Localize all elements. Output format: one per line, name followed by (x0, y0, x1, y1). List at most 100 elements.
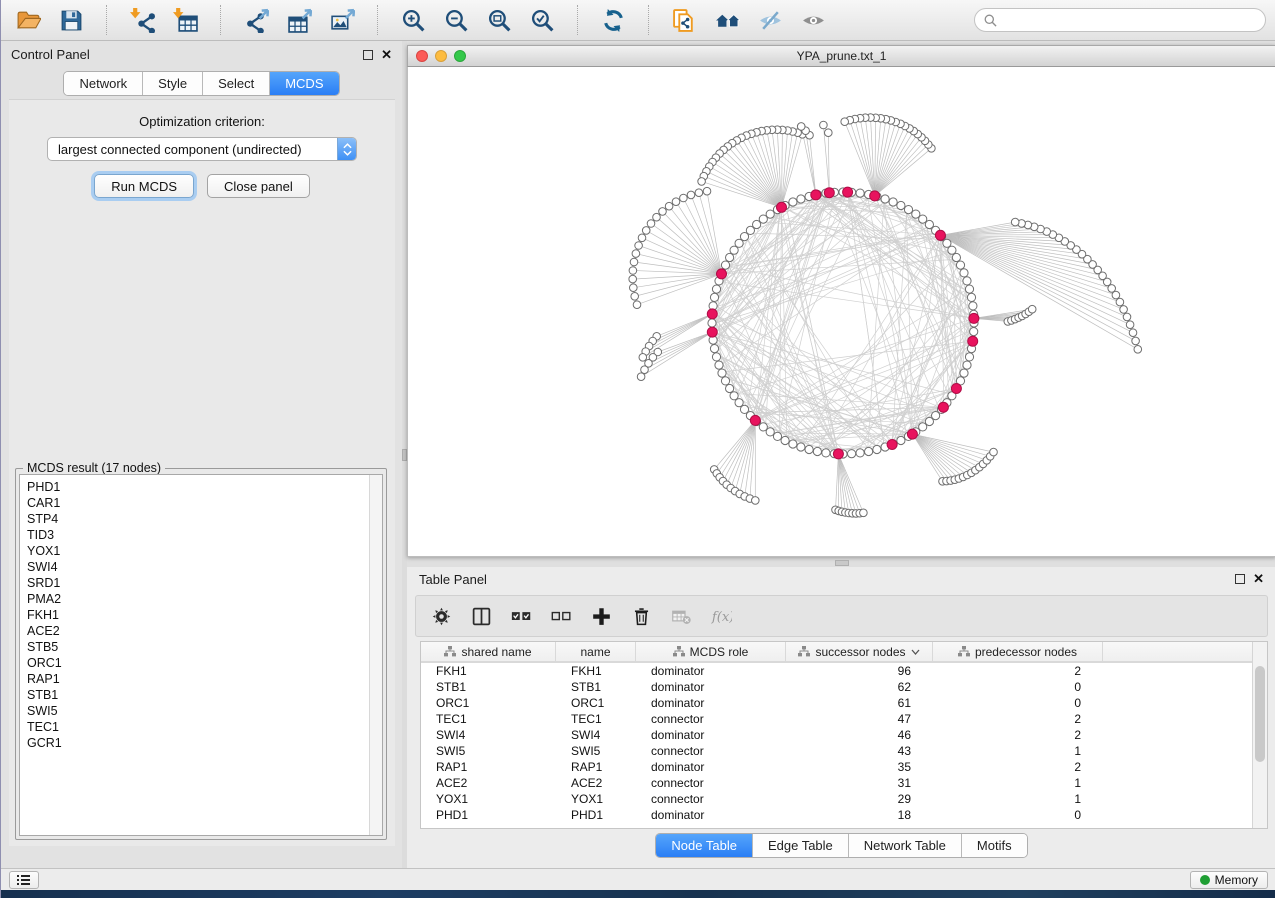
mcds-result-list[interactable]: PHD1CAR1STP4TID3YOX1SWI4SRD1PMA2FKH1ACE2… (20, 475, 369, 835)
table-row[interactable]: SWI4SWI4dominator462 (421, 727, 1252, 743)
column-header-MCDS-role[interactable]: MCDS role (636, 642, 786, 661)
table-float-icon[interactable] (1235, 574, 1245, 584)
trash-button[interactable] (626, 601, 656, 631)
table-scrollbar[interactable] (1252, 642, 1267, 828)
mcds-list-scrollbar[interactable] (369, 475, 382, 835)
import-table-button[interactable] (168, 3, 202, 37)
show-eye-button[interactable] (796, 3, 830, 37)
table-row[interactable]: STB1STB1dominator620 (421, 679, 1252, 695)
columns-button[interactable] (466, 601, 496, 631)
check-on-icon (511, 606, 532, 627)
import-network-button[interactable] (125, 3, 159, 37)
mcds-result-item[interactable]: ACE2 (27, 623, 369, 639)
zoom-out-button[interactable] (439, 3, 473, 37)
column-header-shared-name[interactable]: shared name (421, 642, 556, 661)
table-row[interactable]: RAP1RAP1dominator352 (421, 759, 1252, 775)
task-history-button[interactable] (9, 871, 39, 889)
graph-nodes[interactable] (629, 114, 1142, 517)
cell-mcds_role: dominator (636, 695, 786, 711)
open-button[interactable] (11, 3, 45, 37)
svg-text:f(x): f(x) (711, 609, 732, 624)
export-table-button[interactable] (282, 3, 316, 37)
table-x-button[interactable] (666, 601, 696, 631)
column-label: MCDS role (690, 645, 749, 659)
open-icon (16, 8, 41, 33)
column-header-name[interactable]: name (556, 642, 636, 661)
mcds-result-item[interactable]: STB5 (27, 639, 369, 655)
tab-select[interactable]: Select (203, 72, 270, 95)
table-row[interactable]: FKH1FKH1dominator962 (421, 663, 1252, 679)
mcds-result-item[interactable]: SWI5 (27, 703, 369, 719)
close-panel-button[interactable]: Close panel (207, 174, 310, 198)
first-neighbors-button[interactable] (710, 3, 744, 37)
column-header-successor-nodes[interactable]: successor nodes (786, 642, 933, 661)
network-graph[interactable] (408, 67, 1275, 555)
export-network-button[interactable] (239, 3, 273, 37)
cell-name: PHD1 (556, 807, 636, 823)
gear-button[interactable] (426, 601, 456, 631)
mcds-result-item[interactable]: FKH1 (27, 607, 369, 623)
table-row[interactable]: ORC1ORC1dominator610 (421, 695, 1252, 711)
node-table: shared namename MCDS role successor nodesp… (420, 641, 1268, 829)
horizontal-splitter-grip[interactable] (835, 560, 849, 566)
save-button[interactable] (54, 3, 88, 37)
table-row[interactable]: SWI5SWI5connector431 (421, 743, 1252, 759)
add-button[interactable] (586, 601, 616, 631)
mcds-result-item[interactable]: PHD1 (27, 479, 369, 495)
run-mcds-button[interactable]: Run MCDS (94, 174, 194, 198)
mcds-result-item[interactable]: STP4 (27, 511, 369, 527)
optimization-criterion-label: Optimization criterion: (9, 114, 395, 129)
mcds-result-item[interactable]: SRD1 (27, 575, 369, 591)
zoom-out-icon (444, 8, 469, 33)
optimization-criterion-dropdown[interactable]: largest connected component (undirected) (47, 137, 357, 161)
check-on-button[interactable] (506, 601, 536, 631)
tab-motifs[interactable]: Motifs (962, 834, 1027, 857)
table-row[interactable]: TEC1TEC1connector472 (421, 711, 1252, 727)
network-window-titlebar[interactable]: YPA_prune.txt_1 (407, 45, 1275, 67)
cell-shared_name: RAP1 (421, 759, 556, 775)
save-icon (59, 8, 84, 33)
memory-button[interactable]: Memory (1190, 871, 1268, 889)
cell-name: TEC1 (556, 711, 636, 727)
refresh-icon (601, 8, 626, 33)
tab-mcds[interactable]: MCDS (270, 72, 338, 95)
tab-node-table[interactable]: Node Table (656, 834, 753, 857)
zoom-fit-button[interactable] (482, 3, 516, 37)
tab-network[interactable]: Network (64, 72, 143, 95)
tab-network-table[interactable]: Network Table (849, 834, 962, 857)
zoom-in-button[interactable] (396, 3, 430, 37)
table-scrollbar-thumb[interactable] (1255, 666, 1265, 762)
mcds-result-item[interactable]: SWI4 (27, 559, 369, 575)
export-image-button[interactable] (325, 3, 359, 37)
zoom-selected-button[interactable] (525, 3, 559, 37)
close-panel-icon[interactable]: ✕ (381, 50, 392, 60)
clone-network-button[interactable] (667, 3, 701, 37)
hide-eye-button[interactable] (753, 3, 787, 37)
mcds-result-item[interactable]: GCR1 (27, 735, 369, 751)
check-off-button[interactable] (546, 601, 576, 631)
mcds-result-item[interactable]: STB1 (27, 687, 369, 703)
table-row[interactable]: PHD1PHD1dominator180 (421, 807, 1252, 823)
mcds-result-item[interactable]: RAP1 (27, 671, 369, 687)
cell-shared_name: STB1 (421, 679, 556, 695)
column-header-predecessor-nodes[interactable]: predecessor nodes (933, 642, 1103, 661)
table-row[interactable]: ACE2ACE2connector311 (421, 775, 1252, 791)
table-row[interactable]: YOX1YOX1connector291 (421, 791, 1252, 807)
fx-button[interactable]: f(x) (706, 601, 736, 631)
cell-successor_nodes: 35 (786, 759, 933, 775)
tab-style[interactable]: Style (143, 72, 203, 95)
refresh-button[interactable] (596, 3, 630, 37)
float-panel-icon[interactable] (363, 50, 373, 60)
network-canvas[interactable] (407, 67, 1275, 557)
mcds-result-item[interactable]: PMA2 (27, 591, 369, 607)
show-eye-icon (801, 8, 826, 33)
search-box[interactable] (974, 8, 1266, 32)
table-close-icon[interactable]: ✕ (1253, 574, 1264, 584)
tab-edge-table[interactable]: Edge Table (753, 834, 849, 857)
mcds-result-item[interactable]: ORC1 (27, 655, 369, 671)
mcds-result-item[interactable]: YOX1 (27, 543, 369, 559)
mcds-result-item[interactable]: TEC1 (27, 719, 369, 735)
mcds-result-item[interactable]: TID3 (27, 527, 369, 543)
mcds-result-item[interactable]: CAR1 (27, 495, 369, 511)
search-input[interactable] (1003, 13, 1256, 27)
